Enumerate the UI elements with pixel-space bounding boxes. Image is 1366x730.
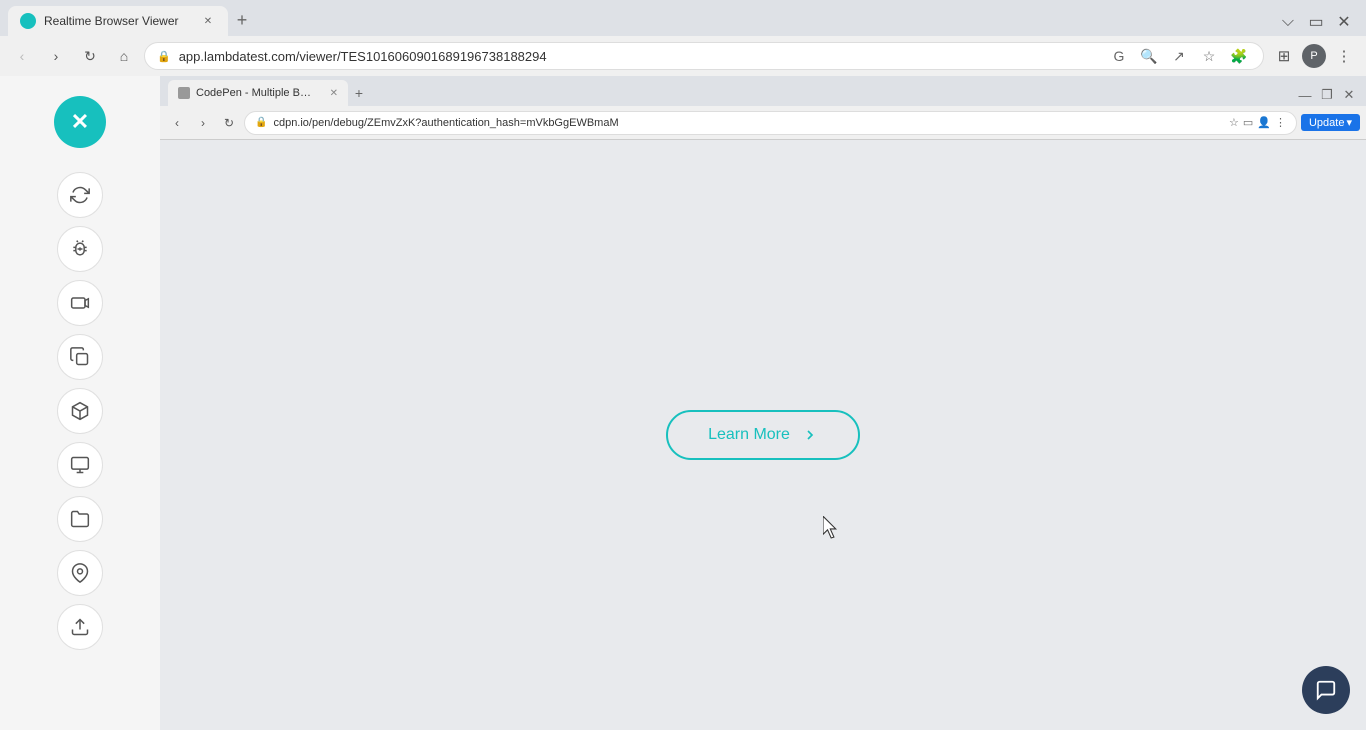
address-bar-row: ‹ › ↻ ⌂ 🔒 app.lambdatest.com/viewer/TES1…: [0, 36, 1366, 76]
lock-icon: 🔒: [157, 50, 171, 63]
inner-tab-restore-icon[interactable]: ❐: [1318, 86, 1336, 104]
video-icon: [70, 293, 90, 313]
address-text: app.lambdatest.com/viewer/TES10160609016…: [179, 49, 1099, 64]
inner-address-bar[interactable]: 🔒 cdpn.io/pen/debug/ZEmvZxK?authenticati…: [244, 111, 1297, 135]
cube-icon-button[interactable]: [57, 388, 103, 434]
location-icon: [70, 563, 90, 583]
update-chevron-icon: ▾: [1346, 116, 1352, 129]
folder-icon: [70, 509, 90, 529]
inner-menu-icon[interactable]: ⋮: [1275, 116, 1286, 129]
inner-star-icon[interactable]: ☆: [1229, 116, 1239, 129]
video-icon-button[interactable]: [57, 280, 103, 326]
active-tab[interactable]: Realtime Browser Viewer ✕: [8, 6, 228, 36]
inner-new-tab-button[interactable]: +: [348, 82, 370, 104]
inner-forward-button[interactable]: ›: [192, 112, 214, 134]
tab-title: Realtime Browser Viewer: [44, 14, 179, 28]
sync-icon: [70, 185, 90, 205]
address-bar[interactable]: 🔒 app.lambdatest.com/viewer/TES101606090…: [144, 42, 1264, 70]
embedded-browser: CodePen - Multiple Button Tran... ✕ + — …: [160, 76, 1366, 730]
inner-lock-icon: 🔒: [255, 117, 267, 128]
forward-button[interactable]: ›: [42, 42, 70, 70]
inner-browser-content: Learn More: [160, 140, 1366, 730]
sync-icon-button[interactable]: [57, 172, 103, 218]
chevron-right-icon: [802, 427, 818, 443]
share-upload-icon: [70, 617, 90, 637]
inner-pip-icon[interactable]: ▭: [1243, 116, 1253, 129]
extensions-button[interactable]: ⊞: [1270, 42, 1298, 70]
learn-more-label: Learn More: [708, 426, 790, 444]
chat-widget-button[interactable]: [1302, 666, 1350, 714]
inner-tab-minimize-icon[interactable]: —: [1296, 86, 1314, 104]
location-icon-button[interactable]: [57, 550, 103, 596]
home-button[interactable]: ⌂: [110, 42, 138, 70]
folder-icon-button[interactable]: [57, 496, 103, 542]
menu-button[interactable]: ⋮: [1330, 42, 1358, 70]
share-icon-button[interactable]: [57, 604, 103, 650]
monitor-icon-button[interactable]: [57, 442, 103, 488]
back-button[interactable]: ‹: [8, 42, 36, 70]
tab-restore-icon[interactable]: ▭: [1306, 12, 1326, 32]
inner-back-button[interactable]: ‹: [166, 112, 188, 134]
mouse-cursor: [823, 516, 843, 540]
copy-icon: [70, 347, 90, 367]
inner-tab-close-window-icon[interactable]: ✕: [1340, 86, 1358, 104]
tab-minimize-icon[interactable]: ⌵: [1278, 12, 1298, 32]
inner-profile-icon[interactable]: 👤: [1257, 116, 1271, 129]
tab-favicon: [20, 13, 36, 29]
inner-active-tab[interactable]: CodePen - Multiple Button Tran... ✕: [168, 80, 348, 106]
sidebar: ✕: [0, 76, 160, 730]
inner-tab-title: CodePen - Multiple Button Tran...: [196, 87, 316, 99]
new-tab-button[interactable]: +: [228, 6, 256, 34]
inner-address-text: cdpn.io/pen/debug/ZEmvZxK?authentication…: [273, 117, 1223, 129]
google-icon[interactable]: G: [1107, 44, 1131, 68]
monitor-icon: [70, 455, 90, 475]
inner-reload-button[interactable]: ↻: [218, 112, 240, 134]
close-button[interactable]: ✕: [54, 96, 106, 148]
inner-tab-close-icon[interactable]: ✕: [330, 88, 338, 99]
bug-icon-button[interactable]: [57, 226, 103, 272]
bug-icon: [70, 239, 90, 259]
profile-avatar: P: [1302, 44, 1326, 68]
bookmark-icon[interactable]: ☆: [1197, 44, 1221, 68]
inner-address-row: ‹ › ↻ 🔒 cdpn.io/pen/debug/ZEmvZxK?authen…: [160, 106, 1366, 140]
extension-icon[interactable]: 🧩: [1227, 44, 1251, 68]
share-link-icon[interactable]: ↗: [1167, 44, 1191, 68]
inner-tab-favicon: [178, 87, 190, 99]
zoom-icon[interactable]: 🔍: [1137, 44, 1161, 68]
cube-icon: [70, 401, 90, 421]
update-button[interactable]: Update ▾: [1301, 114, 1360, 131]
tab-close-window-icon[interactable]: ✕: [1334, 12, 1354, 32]
profile-button[interactable]: P: [1300, 42, 1328, 70]
chat-icon: [1315, 679, 1337, 701]
tab-close-icon[interactable]: ✕: [200, 13, 216, 29]
reload-button[interactable]: ↻: [76, 42, 104, 70]
copy-icon-button[interactable]: [57, 334, 103, 380]
learn-more-button[interactable]: Learn More: [666, 410, 860, 460]
